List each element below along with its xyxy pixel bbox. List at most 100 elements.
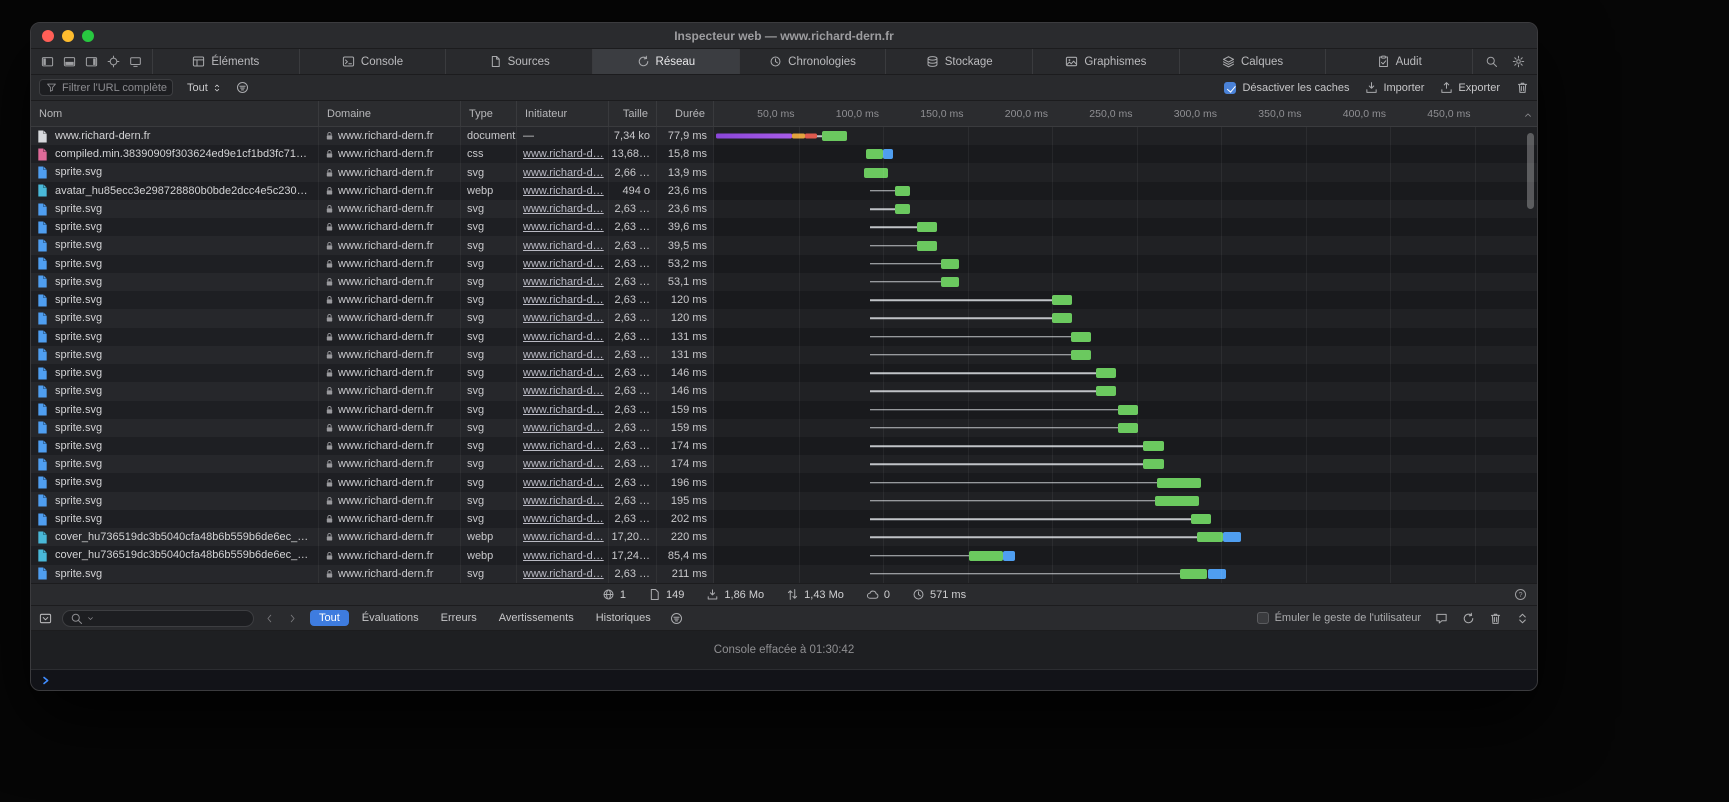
network-request-row[interactable]: sprite.svg www.richard-dern.fr svg www.r… [31,492,1537,510]
network-request-row[interactable]: sprite.svg www.richard-dern.fr svg www.r… [31,309,1537,327]
column-header-duration[interactable]: Durée [657,101,714,126]
initiator-link[interactable]: www.richard-d… [523,495,604,507]
network-request-row[interactable]: sprite.svg www.richard-dern.fr svg www.r… [31,401,1537,419]
network-request-row[interactable]: sprite.svg www.richard-dern.fr svg www.r… [31,437,1537,455]
history-forward-icon[interactable] [287,613,298,624]
column-header-type[interactable]: Type [461,101,517,126]
initiator-link[interactable]: www.richard-d… [523,367,604,379]
column-header-domain[interactable]: Domaine [319,101,461,126]
initiator-link[interactable]: www.richard-d… [523,404,604,416]
import-button[interactable]: Importer [1365,81,1424,94]
console-prompt[interactable] [31,669,1537,690]
initiator-link[interactable]: www.richard-d… [523,312,604,324]
network-request-row[interactable]: sprite.svg www.richard-dern.fr svg www.r… [31,163,1537,181]
initiator-link[interactable]: www.richard-d… [523,294,604,306]
initiator-link[interactable]: www.richard-d… [523,422,604,434]
network-request-row[interactable]: sprite.svg www.richard-dern.fr svg www.r… [31,218,1537,236]
network-request-row[interactable]: cover_hu736519dc3b5040cfa48b6b559b6de6ec… [31,546,1537,564]
help-icon[interactable]: ? [1514,588,1527,604]
column-header-name[interactable]: Nom [31,101,319,126]
network-request-row[interactable]: www.richard-dern.fr www.richard-dern.fr … [31,127,1537,145]
network-request-row[interactable]: sprite.svg www.richard-dern.fr svg www.r… [31,346,1537,364]
initiator-link[interactable]: www.richard-d… [523,148,604,160]
emulate-gesture-checkbox[interactable] [1257,612,1269,624]
expand-console-icon[interactable] [1516,612,1529,625]
clear-console-trash-icon[interactable] [1489,612,1502,625]
network-request-row[interactable]: sprite.svg www.richard-dern.fr svg www.r… [31,328,1537,346]
element-picker-icon[interactable] [107,55,120,68]
tab-sources[interactable]: Sources [445,49,592,74]
device-settings-icon[interactable] [129,55,142,68]
tab-chronologies[interactable]: Chronologies [739,49,886,74]
network-request-row[interactable]: cover_hu736519dc3b5040cfa48b6b559b6de6ec… [31,528,1537,546]
filter-circle-icon[interactable] [236,81,249,94]
tab-graphismes[interactable]: Graphismes [1032,49,1179,74]
initiator-link[interactable]: www.richard-d… [523,276,604,288]
column-header-size[interactable]: Taille [609,101,657,126]
network-request-row[interactable]: sprite.svg www.richard-dern.fr svg www.r… [31,455,1537,473]
search-icon[interactable] [1485,55,1498,68]
initiator-link[interactable]: www.richard-d… [523,331,604,343]
initiator-link[interactable]: www.richard-d… [523,203,604,215]
disable-caches-toggle[interactable]: Désactiver les caches [1224,82,1349,94]
initiator-link[interactable]: www.richard-d… [523,458,604,470]
emulate-gesture-toggle[interactable]: Émuler le geste de l'utilisateur [1257,612,1421,624]
initiator-link[interactable]: www.richard-d… [523,185,604,197]
scroll-up-icon[interactable] [1523,107,1533,125]
tab-calques[interactable]: Calques [1179,49,1326,74]
initiator-link[interactable]: www.richard-d… [523,385,604,397]
dock-right-icon[interactable] [85,55,98,68]
network-request-row[interactable]: sprite.svg www.richard-dern.fr svg www.r… [31,565,1537,583]
network-request-row[interactable]: sprite.svg www.richard-dern.fr svg www.r… [31,291,1537,309]
initiator-link[interactable]: www.richard-d… [523,221,604,233]
vertical-scrollbar[interactable] [1527,133,1534,209]
console-filter-avertissements[interactable]: Avertissements [490,610,583,626]
network-request-row[interactable]: sprite.svg www.richard-dern.fr svg www.r… [31,255,1537,273]
resource-type-dropdown[interactable]: Tout [183,80,226,96]
initiator-link[interactable]: www.richard-d… [523,550,604,562]
console-filter-erreurs[interactable]: Erreurs [432,610,486,626]
reload-icon[interactable] [1462,612,1475,625]
tab-audit[interactable]: Audit [1325,49,1472,74]
initiator-link[interactable]: www.richard-d… [523,513,604,525]
network-request-row[interactable]: compiled.min.38390909f303624ed9e1cf1bd3f… [31,145,1537,163]
network-request-row[interactable]: sprite.svg www.richard-dern.fr svg www.r… [31,382,1537,400]
console-scope-icon[interactable] [39,612,52,625]
dock-bottom-icon[interactable] [63,55,76,68]
console-search-input[interactable] [62,610,254,627]
dock-left-icon[interactable] [41,55,54,68]
console-cleared-message: Console effacée à 01:30:42 [714,644,854,656]
initiator-link[interactable]: www.richard-d… [523,349,604,361]
network-request-row[interactable]: sprite.svg www.richard-dern.fr svg www.r… [31,200,1537,218]
initiator-link[interactable]: www.richard-d… [523,258,604,270]
initiator-link[interactable]: www.richard-d… [523,477,604,489]
console-filter-tout[interactable]: Tout [310,610,349,626]
initiator-link[interactable]: www.richard-d… [523,167,604,179]
column-header-initiator[interactable]: Initiateur [517,101,609,126]
initiator-link[interactable]: www.richard-d… [523,440,604,452]
history-back-icon[interactable] [264,613,275,624]
url-filter-input[interactable]: Filtrer l'URL complète [39,79,173,96]
network-request-row[interactable]: sprite.svg www.richard-dern.fr svg www.r… [31,273,1537,291]
export-button[interactable]: Exporter [1440,81,1500,94]
clear-network-trash-icon[interactable] [1516,81,1529,94]
console-messages-icon[interactable] [1435,612,1448,625]
console-filter-circle-icon[interactable] [670,612,683,625]
initiator-link[interactable]: www.richard-d… [523,568,604,580]
console-filter-historiques[interactable]: Historiques [587,610,660,626]
network-request-row[interactable]: sprite.svg www.richard-dern.fr svg www.r… [31,510,1537,528]
initiator-link[interactable]: www.richard-d… [523,531,604,543]
gear-icon[interactable] [1512,55,1525,68]
tab-stockage[interactable]: Stockage [885,49,1032,74]
initiator-link[interactable]: www.richard-d… [523,240,604,252]
network-request-row[interactable]: avatar_hu85ecc3e298728880b0bde2dcc4e5c23… [31,182,1537,200]
network-request-row[interactable]: sprite.svg www.richard-dern.fr svg www.r… [31,473,1537,491]
tab-console[interactable]: Console [299,49,446,74]
console-filter-evaluations[interactable]: Évaluations [353,610,428,626]
network-request-row[interactable]: sprite.svg www.richard-dern.fr svg www.r… [31,236,1537,254]
disable-caches-checkbox[interactable] [1224,82,1236,94]
network-request-row[interactable]: sprite.svg www.richard-dern.fr svg www.r… [31,364,1537,382]
tab-elements[interactable]: Éléments [152,49,299,74]
network-request-row[interactable]: sprite.svg www.richard-dern.fr svg www.r… [31,419,1537,437]
tab-reseau[interactable]: Réseau [592,49,739,74]
